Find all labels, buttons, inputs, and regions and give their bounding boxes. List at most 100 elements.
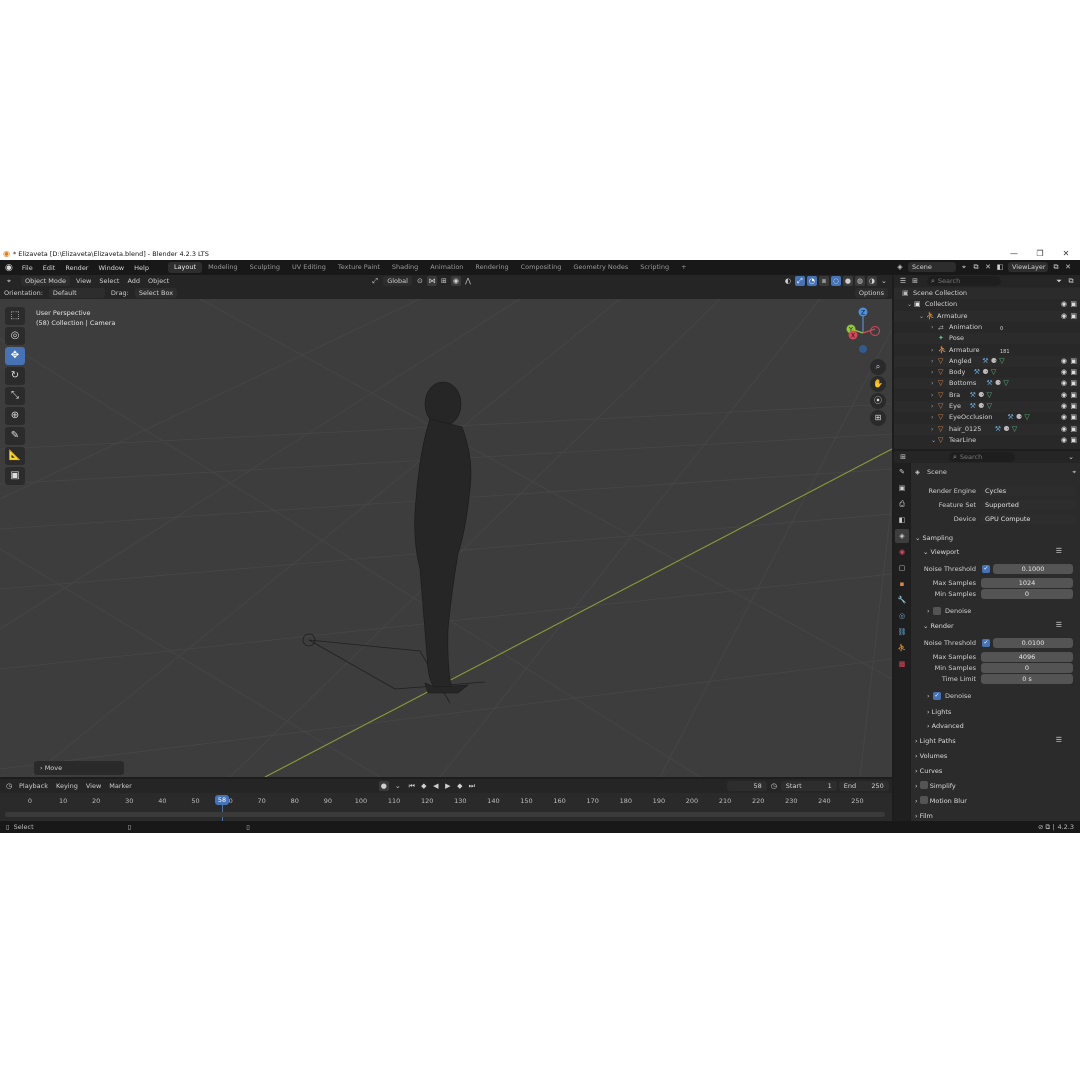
cursor-tool-icon[interactable]: ◎	[5, 327, 25, 345]
workspace-tab-scripting[interactable]: Scripting	[634, 262, 675, 273]
delete-scene-icon[interactable]: ✕	[983, 262, 993, 272]
vp-denoise-checkbox[interactable]	[933, 607, 941, 615]
viewport-presets-icon[interactable]: ☰	[1056, 547, 1062, 555]
menu-edit[interactable]: Edit	[38, 264, 61, 272]
outliner-row[interactable]: ▣ Scene Collection	[894, 288, 1080, 299]
maximize-button[interactable]: ❐	[1030, 247, 1050, 260]
material-shading-icon[interactable]: ◍	[854, 276, 865, 286]
render-tab-icon[interactable]: ▣	[895, 481, 909, 495]
render-subpanel-header[interactable]: ⌄ Render	[923, 619, 954, 633]
workspace-tab-geometry-nodes[interactable]: Geometry Nodes	[567, 262, 634, 273]
light-paths-section-header[interactable]: › Light Paths	[915, 734, 956, 748]
clock-icon[interactable]: ◷	[769, 781, 779, 791]
eye-icon[interactable]: ◉	[1061, 390, 1067, 401]
playhead[interactable]: 58	[214, 795, 229, 805]
outliner-row[interactable]: › ▽ Angled ⚒ ⚈ ▽ ◉ ▣	[894, 355, 1080, 367]
light-paths-presets-icon[interactable]: ☰	[1056, 736, 1062, 744]
scene-selector[interactable]: Scene	[908, 262, 956, 272]
camera-icon[interactable]: ▣	[1070, 299, 1077, 310]
expand-toggle-icon[interactable]: ›	[931, 378, 933, 389]
prev-keyframe-icon[interactable]: ◆	[419, 781, 429, 791]
workspace-tab-modeling[interactable]: Modeling	[202, 262, 244, 273]
eye-icon[interactable]: ◉	[1061, 378, 1067, 389]
menu-marker[interactable]: Marker	[105, 782, 135, 790]
visibility-icon[interactable]: ◐	[783, 276, 793, 286]
rotate-tool-icon[interactable]: ↻	[5, 367, 25, 385]
select-box-tool-icon[interactable]: ⬚	[5, 307, 25, 325]
constraints-tab-icon[interactable]: ⛓	[895, 625, 909, 639]
simplify-section-header[interactable]: › Simplify	[915, 779, 956, 793]
keying-options-icon[interactable]: ⌄	[391, 781, 405, 791]
scale-tool-icon[interactable]: ⤡	[5, 387, 25, 405]
camera-icon[interactable]: ▣	[1070, 378, 1077, 389]
collection-tab-icon[interactable]: ▢	[895, 561, 909, 575]
zoom-icon[interactable]: ⌕	[870, 359, 886, 375]
vp-max-samples-field[interactable]: 1024	[981, 578, 1073, 588]
eye-icon[interactable]: ◉	[1061, 299, 1067, 310]
new-scene-icon[interactable]: ⧉	[971, 262, 981, 272]
annotate-tool-icon[interactable]: ✎	[5, 427, 25, 445]
last-operator-panel[interactable]: › Move	[34, 761, 124, 775]
properties-editor-icon[interactable]: ⊞	[898, 452, 908, 462]
workspace-tab-uv-editing[interactable]: UV Editing	[286, 262, 332, 273]
start-frame-field[interactable]: Start 1	[780, 781, 837, 791]
tool-tab-icon[interactable]: ✎	[895, 465, 909, 479]
workspace-tab-shading[interactable]: Shading	[386, 262, 424, 273]
add-cube-tool-icon[interactable]: ▣	[5, 467, 25, 485]
render-presets-icon[interactable]: ☰	[1056, 621, 1062, 629]
physics-tab-icon[interactable]: ◎	[895, 609, 909, 623]
display-mode-icon[interactable]: ⊞	[910, 276, 920, 286]
lights-subpanel-header[interactable]: › Lights	[927, 705, 951, 719]
menu-render[interactable]: Render	[60, 264, 93, 272]
r-noise-threshold-field[interactable]: 0.0100	[993, 638, 1073, 648]
object-tab-icon[interactable]: ▪	[895, 577, 909, 591]
feature-set-dropdown[interactable]: Supported	[981, 500, 1076, 510]
eye-icon[interactable]: ◉	[1061, 424, 1067, 435]
solid-shading-icon[interactable]: ●	[842, 276, 853, 286]
curves-section-header[interactable]: › Curves	[915, 764, 942, 778]
r-noise-threshold-checkbox[interactable]: ✓	[982, 639, 990, 647]
workspace-tab-layout[interactable]: Layout	[167, 262, 203, 273]
auto-keying-icon[interactable]: ●	[378, 781, 389, 791]
outliner-row[interactable]: › ▽ Eye ⚒ ⚈ ▽ ◉ ▣	[894, 401, 1080, 412]
rendered-shading-icon[interactable]: ◑	[866, 276, 877, 286]
render-engine-dropdown[interactable]: Cycles	[981, 486, 1076, 496]
jump-start-icon[interactable]: ⏮	[407, 781, 417, 791]
menu-window[interactable]: Window	[93, 264, 129, 272]
r-time-limit-field[interactable]: 0 s	[981, 674, 1073, 684]
sampling-section-header[interactable]: ⌄ Sampling	[915, 531, 953, 545]
outliner-row[interactable]: › ▽ Bra ⚒ ⚈ ▽ ◉ ▣	[894, 390, 1080, 401]
expand-toggle-icon[interactable]: ›	[931, 322, 933, 333]
menu-view[interactable]: View	[72, 277, 95, 285]
r-max-samples-field[interactable]: 4096	[981, 652, 1073, 662]
end-frame-field[interactable]: End 250	[838, 781, 889, 791]
eye-icon[interactable]: ◉	[1061, 412, 1067, 423]
texture-tab-icon[interactable]: ▩	[895, 657, 909, 671]
workspace-tab-compositing[interactable]: Compositing	[515, 262, 568, 273]
expand-toggle-icon[interactable]: ›	[931, 412, 933, 423]
orientation-selector[interactable]: Default	[48, 288, 105, 298]
world-tab-icon[interactable]: ◉	[895, 545, 909, 559]
expand-toggle-icon[interactable]: ›	[931, 356, 933, 367]
editor-type-icon[interactable]: ⌖	[4, 276, 14, 286]
outliner-row[interactable]: ⌄ ▣ Collection ◉ ▣	[894, 299, 1080, 310]
new-viewlayer-icon[interactable]: ⧉	[1051, 262, 1061, 272]
camera-icon[interactable]: ▣	[1070, 311, 1077, 322]
expand-toggle-icon[interactable]: ›	[931, 401, 933, 412]
add-workspace-button[interactable]: +	[675, 262, 692, 273]
scene-tab-icon[interactable]: ◈	[895, 529, 909, 543]
workspace-tab-sculpting[interactable]: Sculpting	[244, 262, 286, 273]
measure-tool-icon[interactable]: 📐	[5, 447, 25, 465]
outliner-row[interactable]: › ▽ EyeOcclusion ⚒ ⚈ ▽ ◉ ▣	[894, 412, 1080, 423]
vp-min-samples-field[interactable]: 0	[981, 589, 1073, 599]
outliner-search-input[interactable]: Search	[938, 277, 960, 285]
modifiers-tab-icon[interactable]: 🔧	[895, 593, 909, 607]
xray-toggle-icon[interactable]: ⧈	[818, 276, 829, 286]
menu-file[interactable]: File	[17, 264, 38, 272]
r-min-samples-field[interactable]: 0	[981, 663, 1073, 673]
workspace-tab-rendering[interactable]: Rendering	[469, 262, 514, 273]
3d-viewport[interactable]: User Perspective (58) Collection | Camer…	[0, 299, 892, 777]
camera-icon[interactable]: ▣	[1070, 356, 1077, 367]
expand-toggle-icon[interactable]: ⌄	[931, 435, 936, 446]
workspace-tab-texture-paint[interactable]: Texture Paint	[332, 262, 386, 273]
